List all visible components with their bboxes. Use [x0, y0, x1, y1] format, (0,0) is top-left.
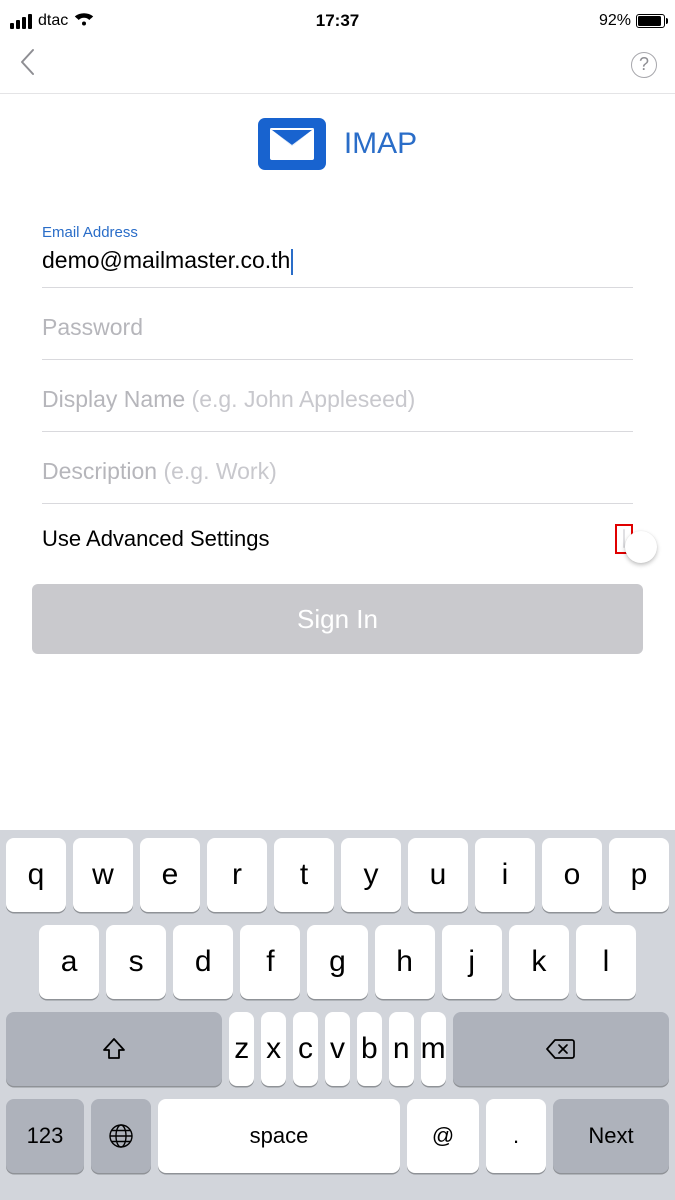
key-n[interactable]: n — [389, 1012, 414, 1086]
clock: 17:37 — [316, 11, 359, 31]
advanced-settings-label: Use Advanced Settings — [42, 526, 269, 552]
key-c[interactable]: c — [293, 1012, 318, 1086]
key-f[interactable]: f — [240, 925, 300, 999]
key-y[interactable]: y — [341, 838, 401, 912]
sign-in-button[interactable]: Sign In — [32, 584, 643, 654]
key-j[interactable]: j — [442, 925, 502, 999]
keyboard-row-2: asdfghjkl — [6, 925, 669, 999]
at-key[interactable]: @ — [407, 1099, 479, 1173]
key-a[interactable]: a — [39, 925, 99, 999]
backspace-key[interactable] — [453, 1012, 669, 1086]
next-key[interactable]: Next — [553, 1099, 669, 1173]
password-field[interactable]: Password — [42, 288, 633, 360]
display-name-field[interactable]: Display Name (e.g. John Appleseed) — [42, 360, 633, 432]
provider-title: IMAP — [344, 127, 417, 161]
key-w[interactable]: w — [73, 838, 133, 912]
key-u[interactable]: u — [408, 838, 468, 912]
email-label: Email Address — [42, 224, 633, 241]
numbers-key[interactable]: 123 — [6, 1099, 84, 1173]
email-field[interactable]: Email Address demo@mailmaster.co.th — [42, 210, 633, 288]
globe-key[interactable] — [91, 1099, 151, 1173]
key-x[interactable]: x — [261, 1012, 286, 1086]
password-placeholder: Password — [42, 314, 633, 341]
back-button[interactable] — [18, 47, 36, 82]
keyboard-row-3: zxcvbnm — [6, 1012, 669, 1086]
help-button[interactable]: ? — [631, 52, 657, 78]
space-key[interactable]: space — [158, 1099, 400, 1173]
description-placeholder: Description (e.g. Work) — [42, 458, 633, 485]
key-k[interactable]: k — [509, 925, 569, 999]
shift-key[interactable] — [6, 1012, 222, 1086]
key-z[interactable]: z — [229, 1012, 254, 1086]
key-r[interactable]: r — [207, 838, 267, 912]
status-bar: dtac 17:37 92% — [0, 0, 675, 36]
description-field[interactable]: Description (e.g. Work) — [42, 432, 633, 504]
advanced-settings-toggle[interactable] — [623, 529, 625, 548]
key-e[interactable]: e — [140, 838, 200, 912]
key-q[interactable]: q — [6, 838, 66, 912]
key-l[interactable]: l — [576, 925, 636, 999]
wifi-icon — [74, 11, 94, 31]
period-key[interactable]: . — [486, 1099, 546, 1173]
battery-icon — [636, 14, 665, 28]
keyboard-row-4: 123 space @ . Next — [6, 1099, 669, 1173]
key-t[interactable]: t — [274, 838, 334, 912]
nav-bar: ? — [0, 36, 675, 94]
key-b[interactable]: b — [357, 1012, 382, 1086]
text-cursor-icon — [291, 249, 293, 275]
keyboard: qwertyuiop asdfghjkl zxcvbnm 123 space @… — [0, 830, 675, 1200]
key-m[interactable]: m — [421, 1012, 446, 1086]
key-s[interactable]: s — [106, 925, 166, 999]
highlight-box — [615, 524, 633, 554]
email-input[interactable]: demo@mailmaster.co.th — [42, 247, 633, 275]
key-h[interactable]: h — [375, 925, 435, 999]
key-d[interactable]: d — [173, 925, 233, 999]
key-i[interactable]: i — [475, 838, 535, 912]
mail-app-icon — [258, 118, 326, 170]
advanced-settings-row: Use Advanced Settings — [42, 504, 633, 574]
key-p[interactable]: p — [609, 838, 669, 912]
display-name-placeholder: Display Name (e.g. John Appleseed) — [42, 386, 633, 413]
key-o[interactable]: o — [542, 838, 602, 912]
battery-percentage: 92% — [599, 12, 631, 30]
keyboard-row-1: qwertyuiop — [6, 838, 669, 912]
key-g[interactable]: g — [307, 925, 367, 999]
provider-header: IMAP — [0, 118, 675, 170]
account-form: Email Address demo@mailmaster.co.th Pass… — [0, 210, 675, 574]
signal-icon — [10, 14, 32, 29]
key-v[interactable]: v — [325, 1012, 350, 1086]
carrier-label: dtac — [38, 12, 68, 30]
